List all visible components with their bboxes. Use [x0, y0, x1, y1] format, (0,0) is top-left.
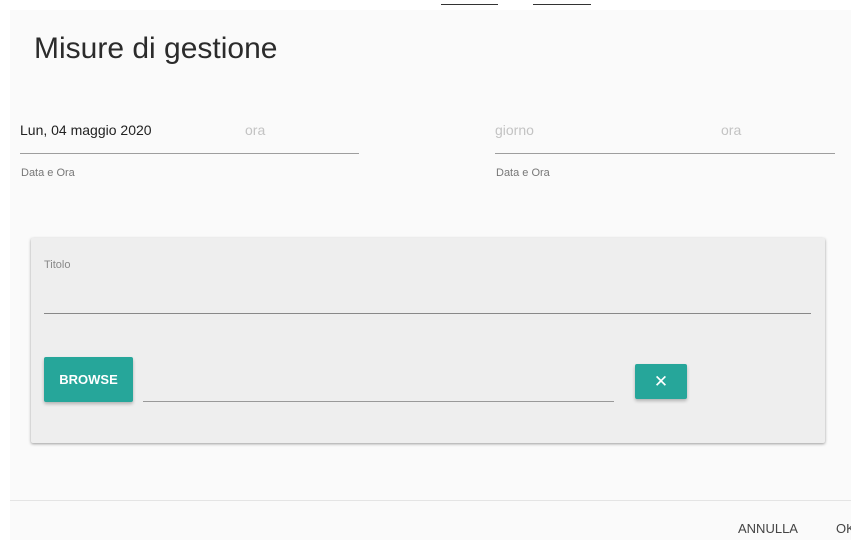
close-icon: ✕	[653, 371, 669, 392]
start-datetime-hint: Data e Ora	[21, 167, 75, 179]
dialog-title: Misure di gestione	[34, 32, 278, 65]
start-date-input[interactable]: Lun, 04 maggio 2020	[20, 122, 152, 138]
end-datetime-field: giorno ora Data e Ora	[495, 122, 835, 182]
title-input[interactable]	[44, 313, 811, 314]
browse-button[interactable]: BROWSE	[44, 357, 133, 402]
top-tab-indicator	[533, 4, 591, 5]
end-datetime-hint: Data e Ora	[496, 167, 550, 179]
attachment-card: Titolo BROWSE ✕	[31, 238, 825, 443]
top-tab-indicator	[441, 4, 498, 5]
clear-file-button[interactable]: ✕	[635, 364, 687, 399]
start-time-input[interactable]: ora	[245, 122, 265, 138]
cancel-button[interactable]: ANNULLA	[738, 521, 798, 536]
end-datetime-underline	[495, 153, 835, 154]
end-date-input[interactable]: giorno	[495, 122, 534, 138]
title-label: Titolo	[44, 259, 71, 271]
top-strip	[0, 0, 851, 10]
file-name-field[interactable]	[143, 401, 614, 402]
end-time-input[interactable]: ora	[721, 122, 741, 138]
start-datetime-underline	[20, 153, 359, 154]
footer-divider	[10, 500, 851, 501]
start-datetime-field: Lun, 04 maggio 2020 ora Data e Ora	[20, 122, 360, 182]
ok-button[interactable]: OK	[836, 521, 851, 536]
dialog: Misure di gestione Lun, 04 maggio 2020 o…	[10, 10, 851, 540]
